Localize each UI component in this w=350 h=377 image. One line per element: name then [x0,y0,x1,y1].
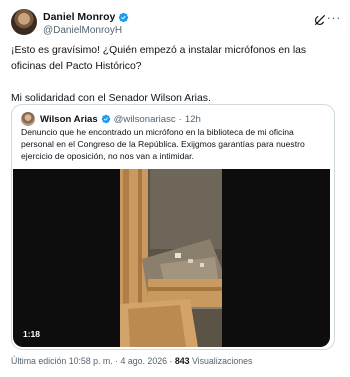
author-name-row: Daniel Monroy [43,11,129,23]
verified-badge-icon [101,114,110,124]
views-label: Visualizaciones [189,356,253,366]
quoted-author-name: Wilson Arias [40,113,98,125]
grok-icon[interactable] [313,13,327,27]
quoted-author-avatar [21,112,35,126]
views-count: 843 [174,356,190,366]
author-avatar[interactable] [11,9,37,35]
quoted-tweet[interactable]: Wilson Arias @wilsonariasc · 12h Denunci… [11,104,335,350]
quoted-tweet-header: Wilson Arias @wilsonariasc · 12h [21,112,201,126]
tweet-paragraph: ¡Esto es gravísimo! ¿Quién empezó a inst… [11,45,307,72]
video-duration: 1:18 [23,329,41,339]
tweet-footer: Última edición 10:58 p. m. · 4 ago. 2026… [11,356,252,366]
more-options-icon[interactable]: ··· [327,11,342,25]
meta-separator: · [178,113,182,125]
verified-badge-icon [119,12,129,22]
edited-timestamp[interactable]: Última edición 10:58 p. m. · 4 ago. 2026… [11,356,175,366]
author-display-name[interactable]: Daniel Monroy [43,11,115,23]
author-handle[interactable]: @DanielMonroyH [43,25,122,36]
quoted-author-handle: @wilsonariasc [113,113,176,125]
tweet-header: Daniel Monroy @DanielMonroyH ··· [11,9,341,39]
video-frame [120,169,222,347]
quoted-tweet-text: Denuncio que he encontrado un micrófono … [21,127,305,161]
video-player[interactable]: 1:18 [13,169,330,347]
quoted-tweet-time: 12h [184,113,201,125]
